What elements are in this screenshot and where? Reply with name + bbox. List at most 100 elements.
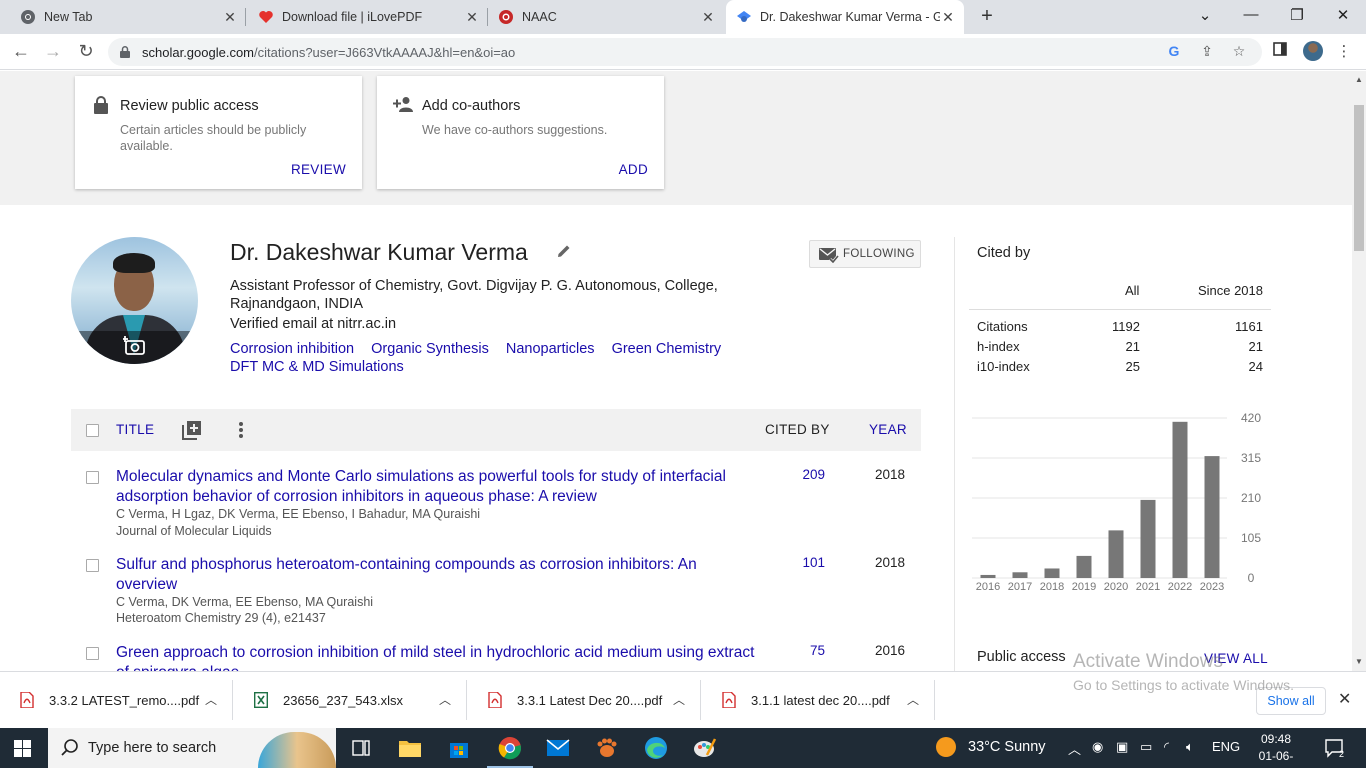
sort-by-title[interactable]: TITLE	[116, 422, 154, 437]
select-all-checkbox[interactable]	[86, 424, 99, 437]
article-title-link[interactable]: Green approach to corrosion inhibition o…	[116, 643, 756, 671]
google-translate-icon[interactable]: G	[1165, 43, 1183, 61]
chevron-up-icon[interactable]: ︿	[907, 691, 919, 708]
citation-bar[interactable]	[1076, 555, 1092, 578]
address-bar[interactable]: scholar.google.com/citations?user=J663Vt…	[108, 38, 1262, 66]
mail-icon[interactable]	[545, 736, 571, 760]
stat-label[interactable]: Citations	[977, 319, 1028, 334]
citation-bar[interactable]	[1012, 572, 1028, 578]
profile-photo[interactable]	[71, 237, 198, 364]
restore-icon[interactable]: ❐	[1285, 6, 1309, 24]
scroll-thumb[interactable]	[1354, 105, 1364, 251]
notifications-icon[interactable]: 2	[1324, 738, 1346, 759]
chevron-up-icon[interactable]: ︿	[673, 691, 685, 708]
minimize-icon[interactable]: —	[1239, 6, 1263, 23]
article-title-link[interactable]: Sulfur and phosphorus heteroatom-contain…	[116, 555, 756, 595]
download-item[interactable]: 3.3.2 LATEST_remo....pdf ︿	[0, 680, 233, 720]
row-checkbox[interactable]	[86, 647, 99, 660]
tab-new-tab[interactable]: New Tab ✕	[0, 0, 246, 34]
review-button[interactable]: REVIEW	[291, 162, 346, 177]
citation-bar[interactable]	[1044, 568, 1060, 578]
close-tab-icon[interactable]: ✕	[222, 9, 238, 26]
side-panel-icon[interactable]	[1270, 42, 1290, 62]
chevron-up-icon[interactable]: ︿	[205, 691, 217, 708]
paint-icon[interactable]	[692, 736, 718, 760]
chrome-taskbar-icon[interactable]	[487, 736, 533, 768]
file-explorer-icon[interactable]	[397, 736, 423, 760]
interest-link[interactable]: Corrosion inhibition	[230, 341, 354, 357]
citation-bar[interactable]	[1172, 421, 1188, 578]
speaker-muted-icon[interactable]: 🔈︎	[1186, 739, 1194, 755]
record-icon[interactable]: ◉	[1092, 739, 1103, 755]
scroll-up-arrow-icon[interactable]: ▲	[1355, 75, 1363, 84]
download-item[interactable]: 3.1.1 latest dec 20....pdf ︿	[702, 680, 935, 720]
url-text[interactable]: scholar.google.com/citations?user=J663Vt…	[142, 45, 515, 60]
row-checkbox[interactable]	[86, 471, 99, 484]
close-tab-icon[interactable]: ✕	[940, 9, 956, 26]
cited-count-link[interactable]: 209	[771, 467, 825, 482]
stats-row: h-index 21 21	[969, 337, 1271, 357]
interest-link[interactable]: Green Chemistry	[612, 341, 722, 357]
taskbar-search-box[interactable]: Type here to search	[48, 728, 336, 768]
download-item[interactable]: 3.3.1 Latest Dec 20....pdf ︿	[468, 680, 701, 720]
tab-naac[interactable]: NAAC ✕	[488, 0, 724, 34]
cited-count-link[interactable]: 75	[771, 643, 825, 658]
profile-avatar-icon[interactable]	[1303, 41, 1323, 61]
language-indicator[interactable]: ENG	[1212, 739, 1240, 754]
stat-label[interactable]: i10-index	[977, 359, 1030, 374]
back-arrow-icon[interactable]: ←	[10, 41, 32, 63]
paw-app-icon[interactable]	[594, 736, 620, 760]
change-photo-camera-icon[interactable]	[122, 335, 147, 355]
citation-bar[interactable]	[980, 574, 996, 578]
more-options-icon[interactable]	[233, 419, 249, 441]
add-article-icon[interactable]	[182, 420, 202, 440]
edit-pencil-icon[interactable]	[556, 243, 572, 259]
interest-link[interactable]: Nanoparticles	[506, 341, 595, 357]
close-window-icon[interactable]: ✕	[1331, 6, 1355, 24]
share-icon[interactable]: ⇪	[1198, 43, 1216, 61]
following-button[interactable]: FOLLOWING	[809, 240, 921, 268]
tab-ilovepdf[interactable]: Download file | iLovePDF ✕	[246, 0, 488, 34]
chrome-menu-icon[interactable]: ⋮	[1334, 42, 1354, 62]
close-shelf-icon[interactable]: ✕	[1338, 689, 1351, 709]
microsoft-store-icon[interactable]	[446, 736, 472, 760]
cited-by-heading: Cited by	[977, 245, 1031, 261]
interest-link[interactable]: DFT MC & MD Simulations	[230, 359, 404, 375]
new-tab-plus-icon[interactable]: +	[976, 6, 998, 28]
sort-by-year[interactable]: YEAR	[869, 422, 907, 437]
cited-count-link[interactable]: 101	[771, 555, 825, 570]
windows-start-icon[interactable]	[14, 740, 31, 757]
task-view-icon[interactable]	[348, 736, 374, 760]
edge-icon[interactable]	[643, 736, 669, 760]
page-scrollbar[interactable]: ▲ ▼	[1352, 71, 1366, 671]
network-icon[interactable]: ◜	[1164, 739, 1169, 755]
reload-icon[interactable]: ↻	[75, 41, 97, 63]
system-clock[interactable]: 09:48 01-06-2023	[1248, 731, 1304, 782]
stat-since: 21	[1248, 339, 1263, 354]
stat-all: 25	[1125, 359, 1140, 374]
y-tick-label: 210	[1241, 491, 1261, 505]
citation-bar[interactable]	[1108, 530, 1124, 578]
close-tab-icon[interactable]: ✕	[464, 9, 480, 26]
x-tick-label: 2018	[1040, 581, 1064, 593]
show-hidden-icons-chevron-icon[interactable]: ︿	[1068, 739, 1081, 758]
battery-icon[interactable]: ▭	[1140, 739, 1152, 755]
scroll-down-arrow-icon[interactable]: ▼	[1355, 657, 1363, 666]
forward-arrow-icon[interactable]: →	[42, 41, 64, 63]
bookmark-star-icon[interactable]: ☆	[1230, 43, 1248, 61]
interest-link[interactable]: Organic Synthesis	[371, 341, 489, 357]
meet-now-icon[interactable]: ▣	[1116, 739, 1128, 755]
citation-bar[interactable]	[1204, 456, 1220, 578]
citation-bar[interactable]	[1140, 499, 1156, 578]
chevron-up-icon[interactable]: ︿	[439, 691, 451, 708]
download-item[interactable]: 23656_237_543.xlsx ︿	[234, 680, 467, 720]
tab-search-chevron-icon[interactable]: ⌄	[1193, 6, 1217, 24]
cited-by-header[interactable]: CITED BY	[765, 422, 830, 437]
tab-google-scholar[interactable]: Dr. Dakeshwar Kumar Verma - Go ✕	[726, 0, 964, 34]
row-checkbox[interactable]	[86, 559, 99, 572]
weather-widget[interactable]: 33°C Sunny	[936, 737, 1046, 757]
close-tab-icon[interactable]: ✕	[700, 9, 716, 26]
add-button[interactable]: ADD	[619, 162, 648, 177]
article-title-link[interactable]: Molecular dynamics and Monte Carlo simul…	[116, 467, 756, 507]
stat-label[interactable]: h-index	[977, 339, 1020, 354]
